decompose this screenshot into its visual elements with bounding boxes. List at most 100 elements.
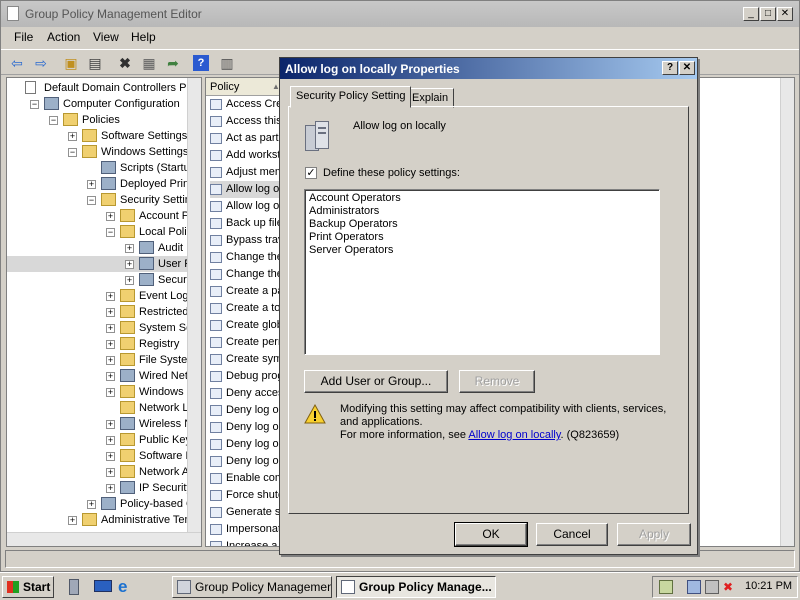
server-manager-icon[interactable] (66, 579, 82, 595)
tree-item[interactable]: + Audit Po (7, 240, 200, 256)
up-folder-icon[interactable]: ▣ (61, 53, 81, 73)
policy-row[interactable]: Force shutd (210, 487, 284, 504)
menu-view[interactable]: View (93, 30, 119, 44)
add-user-or-group-button[interactable]: Add User or Group... (304, 370, 448, 393)
minimize-button[interactable]: _ (743, 7, 759, 21)
expand-icon[interactable]: + (106, 452, 115, 461)
expand-icon[interactable]: + (106, 388, 115, 397)
apply-button[interactable]: Apply (617, 523, 691, 546)
expand-icon[interactable]: + (87, 500, 96, 509)
tree-item[interactable]: + Security (7, 272, 198, 288)
expand-icon[interactable]: + (106, 468, 115, 477)
tree-item[interactable]: + Network Ac (7, 464, 195, 480)
policy-row[interactable]: Generate se (210, 504, 287, 521)
tab-explain[interactable]: Explain (406, 88, 455, 108)
start-button[interactable]: Start (2, 576, 54, 598)
policy-row[interactable]: Access this (210, 113, 284, 130)
group-item[interactable]: Administrators (309, 205, 379, 217)
tree-item[interactable]: + Restricted G (7, 304, 200, 320)
expand-icon[interactable]: + (125, 260, 134, 269)
tree-item[interactable]: + Deployed Printe (7, 176, 198, 192)
properties-icon[interactable]: ▦ (139, 53, 159, 73)
policy-row[interactable]: Add workst (210, 147, 284, 164)
policy-row[interactable]: Create glob (210, 317, 284, 334)
expand-icon[interactable]: + (106, 292, 115, 301)
policy-row[interactable]: Allow log on (210, 181, 285, 198)
internet-explorer-icon[interactable]: e (118, 578, 136, 596)
tree-item[interactable]: + Software Settings (7, 128, 187, 144)
policy-row[interactable]: Create perm (210, 334, 287, 351)
expand-icon[interactable]: + (106, 420, 115, 429)
expand-icon[interactable]: + (125, 276, 134, 285)
policy-row[interactable]: Debug prog (210, 368, 284, 385)
show-tree-icon[interactable]: ▤ (85, 53, 105, 73)
tree-item[interactable]: + User Rig (7, 256, 201, 272)
policy-row[interactable]: Change the (210, 249, 284, 266)
tree-item[interactable]: − Computer Configuration (7, 96, 187, 112)
maximize-button[interactable]: □ (760, 7, 776, 21)
expand-icon[interactable]: + (125, 244, 134, 253)
collapse-icon[interactable]: − (87, 196, 96, 205)
tray-monitor-icon[interactable] (705, 580, 719, 594)
title-bar[interactable]: Group Policy Management Editor _ □ ✕ (1, 1, 799, 27)
tree-item[interactable]: + IP Security (7, 480, 192, 496)
tree-item[interactable]: + Wireless Ne (7, 416, 198, 432)
tree-item[interactable]: − Security Setting (7, 192, 197, 208)
define-settings-checkbox[interactable]: ✓ (305, 167, 317, 179)
collapse-icon[interactable]: − (106, 228, 115, 237)
menu-action[interactable]: Action (47, 30, 80, 44)
tab-security-policy-setting[interactable]: Security Policy Setting (290, 86, 412, 108)
policy-row[interactable]: Create a pa (210, 283, 284, 300)
group-item[interactable]: Backup Operators (309, 218, 398, 230)
column-header-policy[interactable]: Policy ▲ (206, 78, 286, 96)
group-item[interactable]: Account Operators (309, 192, 401, 204)
tree-item[interactable]: + File System (7, 352, 196, 368)
tray-app-icon[interactable] (659, 580, 673, 594)
dialog-close-button[interactable]: ✕ (679, 61, 695, 75)
policy-row[interactable]: Adjust mem (210, 164, 284, 181)
ok-button[interactable]: OK (454, 522, 528, 547)
expand-icon[interactable]: + (106, 372, 115, 381)
menu-help[interactable]: Help (131, 30, 156, 44)
tree-item[interactable]: + Policy-based Qo (7, 496, 201, 512)
policy-row[interactable]: Deny log on (210, 436, 285, 453)
close-button[interactable]: ✕ (777, 7, 793, 21)
expand-icon[interactable]: + (106, 308, 115, 317)
tree-item[interactable]: Network Lis (7, 400, 196, 416)
policy-row[interactable]: Increase a (210, 538, 284, 546)
allow-log-on-locally-link[interactable]: Allow log on locally (468, 429, 560, 441)
policy-row[interactable]: Create sym (210, 351, 284, 368)
expand-icon[interactable]: + (106, 484, 115, 493)
collapse-icon[interactable]: − (30, 100, 39, 109)
tree-item[interactable]: + Software Re (7, 448, 200, 464)
tree-horizontal-scrollbar[interactable] (7, 532, 201, 546)
policy-row[interactable]: Bypass trav (210, 232, 284, 249)
expand-icon[interactable]: + (106, 340, 115, 349)
forward-icon[interactable]: ⇨ (31, 53, 51, 73)
expand-icon[interactable]: + (106, 324, 115, 333)
collapse-icon[interactable]: − (68, 148, 77, 157)
policy-row[interactable]: Access Cre (210, 96, 284, 113)
group-item[interactable]: Server Operators (309, 244, 393, 256)
tree-item[interactable]: + Public Key P (7, 432, 201, 448)
remove-button[interactable]: Remove (459, 370, 535, 393)
tree-item[interactable]: + Event Log (7, 288, 189, 304)
show-desktop-icon[interactable] (94, 579, 112, 595)
policy-row[interactable]: Back up file (210, 215, 284, 232)
group-item[interactable]: Print Operators (309, 231, 384, 243)
policy-row[interactable]: Deny log on (210, 453, 285, 470)
tray-volume-muted-icon[interactable]: ✖ (723, 580, 737, 594)
tree-vertical-scrollbar[interactable] (187, 78, 201, 532)
policy-row[interactable]: Create a to (210, 300, 284, 317)
tree-item[interactable]: Scripts (Startup (7, 160, 196, 176)
policy-row[interactable]: Deny log on (210, 419, 285, 436)
list-vertical-scrollbar[interactable] (780, 78, 794, 546)
export-icon[interactable]: ➦ (163, 53, 183, 73)
policy-row[interactable]: Change the (210, 266, 284, 283)
tree-item[interactable]: + Registry (7, 336, 187, 352)
back-icon[interactable]: ⇦ (7, 53, 27, 73)
policy-row[interactable]: Impersonat (210, 521, 284, 538)
tree-item[interactable]: − Local Policie (7, 224, 201, 240)
policy-row[interactable]: Deny log on (210, 402, 285, 419)
tree-item[interactable]: + Wired Netw (7, 368, 196, 384)
